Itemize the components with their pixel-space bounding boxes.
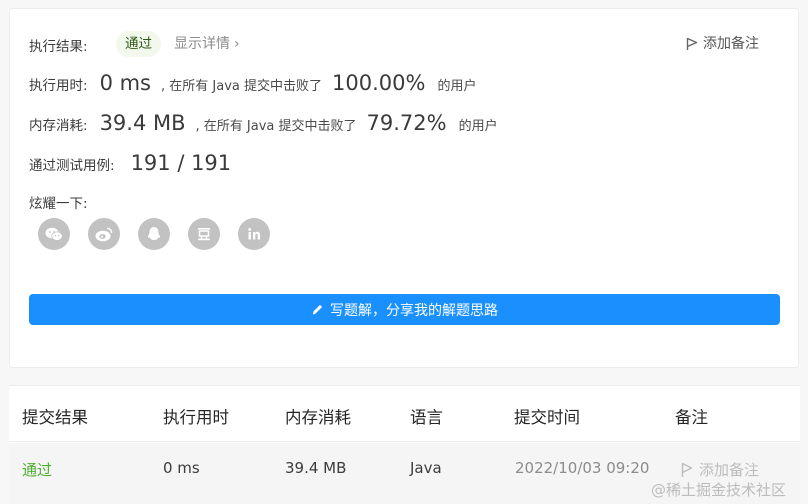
- runtime-row: 执行用时: 0 ms , 在所有 Java 提交中击败了 100.00% 的用户: [29, 71, 476, 95]
- write-solution-button[interactable]: 写题解，分享我的解题思路: [29, 294, 780, 325]
- show-details-link[interactable]: 显示详情 ›: [174, 31, 240, 57]
- result-label: 执行结果:: [29, 39, 88, 55]
- row-submit-time: 2022/10/03 09:20: [515, 459, 650, 477]
- pencil-icon: [312, 304, 323, 315]
- memory-beat-prefix: , 在所有 Java 提交中击败了: [195, 119, 357, 134]
- row-add-note-button[interactable]: 添加备注: [681, 459, 759, 480]
- flag-icon: [681, 462, 693, 477]
- memory-row: 内存消耗: 39.4 MB , 在所有 Java 提交中击败了 79.72% 的…: [29, 111, 498, 135]
- testcases-value: 191 / 191: [130, 151, 232, 175]
- show-details-label: 显示详情: [174, 36, 230, 52]
- row-status-link[interactable]: 通过: [22, 459, 52, 480]
- memory-beat-suffix: 的用户: [458, 119, 498, 134]
- header-status: 提交结果: [22, 408, 88, 427]
- testcases-label: 通过测试用例:: [29, 158, 115, 174]
- douban-icon[interactable]: [188, 218, 220, 250]
- runtime-beat-suffix: 的用户: [437, 79, 477, 94]
- header-language: 语言: [410, 408, 443, 427]
- row-memory: 39.4 MB: [285, 459, 347, 477]
- row-runtime: 0 ms: [163, 459, 200, 477]
- share-label-row: 炫耀一下:: [29, 192, 88, 212]
- result-card: 执行结果: 通过 显示详情 › 添加备注 执行用时: 0 ms , 在所有 Ja…: [9, 8, 799, 368]
- wechat-icon[interactable]: [38, 218, 70, 250]
- testcases-row: 通过测试用例: 191 / 191: [29, 151, 241, 175]
- add-note-button[interactable]: 添加备注: [686, 31, 759, 57]
- table-header: 提交结果 执行用时 内存消耗 语言 提交时间 备注: [9, 386, 800, 442]
- write-solution-label: 写题解，分享我的解题思路: [330, 301, 498, 318]
- header-memory: 内存消耗: [285, 408, 351, 427]
- result-row: 执行结果:: [29, 35, 88, 55]
- status-badge: 通过: [116, 31, 161, 57]
- header-runtime: 执行用时: [163, 408, 229, 427]
- memory-percent: 79.72%: [366, 111, 447, 135]
- row-add-note-label: 添加备注: [699, 461, 760, 479]
- flag-icon: [686, 37, 698, 50]
- header-note: 备注: [675, 408, 708, 427]
- memory-label: 内存消耗:: [29, 118, 88, 134]
- runtime-percent: 100.00%: [332, 71, 426, 95]
- runtime-value: 0 ms: [99, 71, 151, 95]
- row-language: Java: [410, 459, 442, 477]
- watermark: @稀土掘金技术社区: [651, 481, 787, 499]
- share-label: 炫耀一下:: [29, 196, 88, 212]
- header-submit-time: 提交时间: [514, 408, 580, 427]
- add-note-label: 添加备注: [703, 36, 759, 52]
- memory-value: 39.4 MB: [99, 111, 186, 135]
- share-icons: [38, 218, 270, 250]
- linkedin-icon[interactable]: [238, 218, 270, 250]
- weibo-icon[interactable]: [88, 218, 120, 250]
- qq-icon[interactable]: [138, 218, 170, 250]
- chevron-right-icon: ›: [234, 36, 240, 52]
- runtime-beat-prefix: , 在所有 Java 提交中击败了: [161, 79, 322, 94]
- runtime-label: 执行用时:: [29, 78, 88, 94]
